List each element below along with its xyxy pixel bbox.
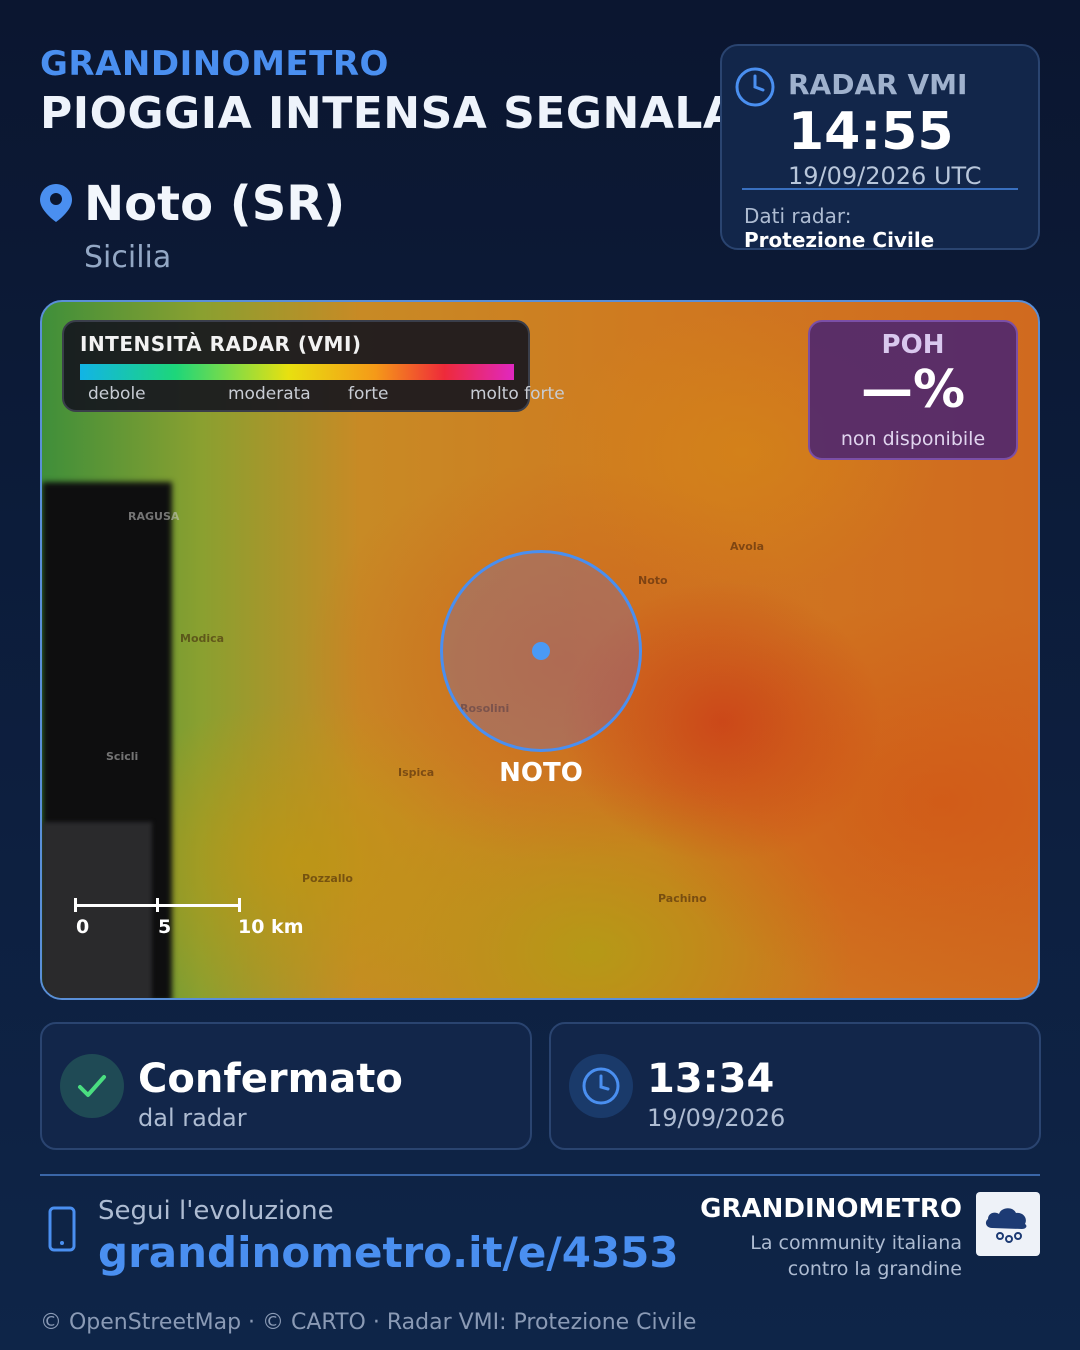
hail-cloud-logo-icon	[976, 1192, 1040, 1256]
divider	[742, 188, 1018, 190]
report-time: 13:34	[647, 1056, 775, 1102]
marker-label: NOTO	[499, 758, 583, 788]
brand-title: GRANDINOMETRO	[40, 44, 389, 84]
map-place-label: Ispica	[398, 766, 435, 779]
scale-cap	[74, 898, 77, 912]
poh-badge: POH —% non disponibile	[808, 320, 1018, 460]
radar-legend: INTENSITÀ RADAR (VMI) debole moderata fo…	[62, 320, 565, 412]
report-date: 19/09/2026	[647, 1104, 786, 1132]
confirmed-subtitle: dal radar	[138, 1104, 247, 1132]
legend-tick: forte	[348, 384, 389, 404]
confirmed-title: Confermato	[138, 1056, 403, 1102]
radar-map[interactable]: RAGUSA Modica Scicli Avola Noto Rosolini…	[40, 300, 1040, 1000]
poh-status: non disponibile	[840, 428, 986, 450]
legend-tick: moderata	[228, 384, 311, 404]
footer-brand: GRANDINOMETRO	[700, 1194, 962, 1224]
map-pin-icon	[40, 184, 72, 222]
map-place-label: Modica	[180, 632, 225, 645]
scale-cap	[156, 898, 159, 912]
legend-tick: debole	[88, 384, 146, 404]
location-marker[interactable]	[532, 642, 550, 660]
map-scale-bar: 0 5 10 km	[74, 898, 304, 938]
radar-label: RADAR VMI	[788, 68, 968, 101]
map-place-label: Scicli	[106, 750, 139, 763]
footer-divider	[40, 1174, 1040, 1176]
footer-tagline: La community italiana contro la grandine	[682, 1230, 962, 1282]
scale-cap	[238, 898, 241, 912]
scale-label: 5	[158, 916, 172, 938]
radar-time: 14:55	[788, 102, 954, 162]
alert-headline: PIOGGIA INTENSA SEGNALATA	[40, 88, 796, 139]
location-city: Noto (SR)	[84, 176, 346, 232]
event-link[interactable]: grandinometro.it/e/4353	[98, 1228, 679, 1277]
clock-icon	[569, 1054, 633, 1118]
legend-tick: molto forte	[470, 384, 565, 404]
radar-source-value: Protezione Civile	[744, 228, 935, 252]
map-credits: © OpenStreetMap · © CARTO · Radar VMI: P…	[40, 1310, 697, 1335]
scale-label: 10 km	[238, 916, 304, 938]
map-place-label: RAGUSA	[128, 510, 180, 523]
radar-source-label: Dati radar:	[744, 204, 852, 228]
tagline-line: contro la grandine	[787, 1258, 962, 1280]
clock-icon	[735, 67, 775, 107]
map-place-label: Pachino	[658, 892, 707, 905]
map-place-label: Pozzallo	[302, 872, 353, 885]
poh-label: POH	[881, 330, 945, 360]
map-place-label: Noto	[638, 574, 668, 587]
map-place-label: Avola	[730, 540, 765, 553]
radar-date: 19/09/2026 UTC	[788, 162, 982, 190]
report-time-card: 13:34 19/09/2026	[549, 1022, 1041, 1150]
legend-title: INTENSITÀ RADAR (VMI)	[80, 332, 362, 356]
phone-icon	[48, 1206, 76, 1252]
confirmed-card: Confermato dal radar	[40, 1022, 532, 1150]
poh-value: —%	[860, 360, 966, 420]
scale-label: 0	[76, 916, 90, 938]
checkmark-icon	[60, 1054, 124, 1118]
tagline-line: La community italiana	[750, 1232, 962, 1254]
radar-time-card: RADAR VMI 14:55 19/09/2026 UTC Dati rada…	[720, 44, 1040, 252]
location-region: Sicilia	[84, 240, 172, 275]
follow-text: Segui l'evoluzione	[98, 1196, 334, 1226]
legend-color-bar	[80, 364, 514, 380]
